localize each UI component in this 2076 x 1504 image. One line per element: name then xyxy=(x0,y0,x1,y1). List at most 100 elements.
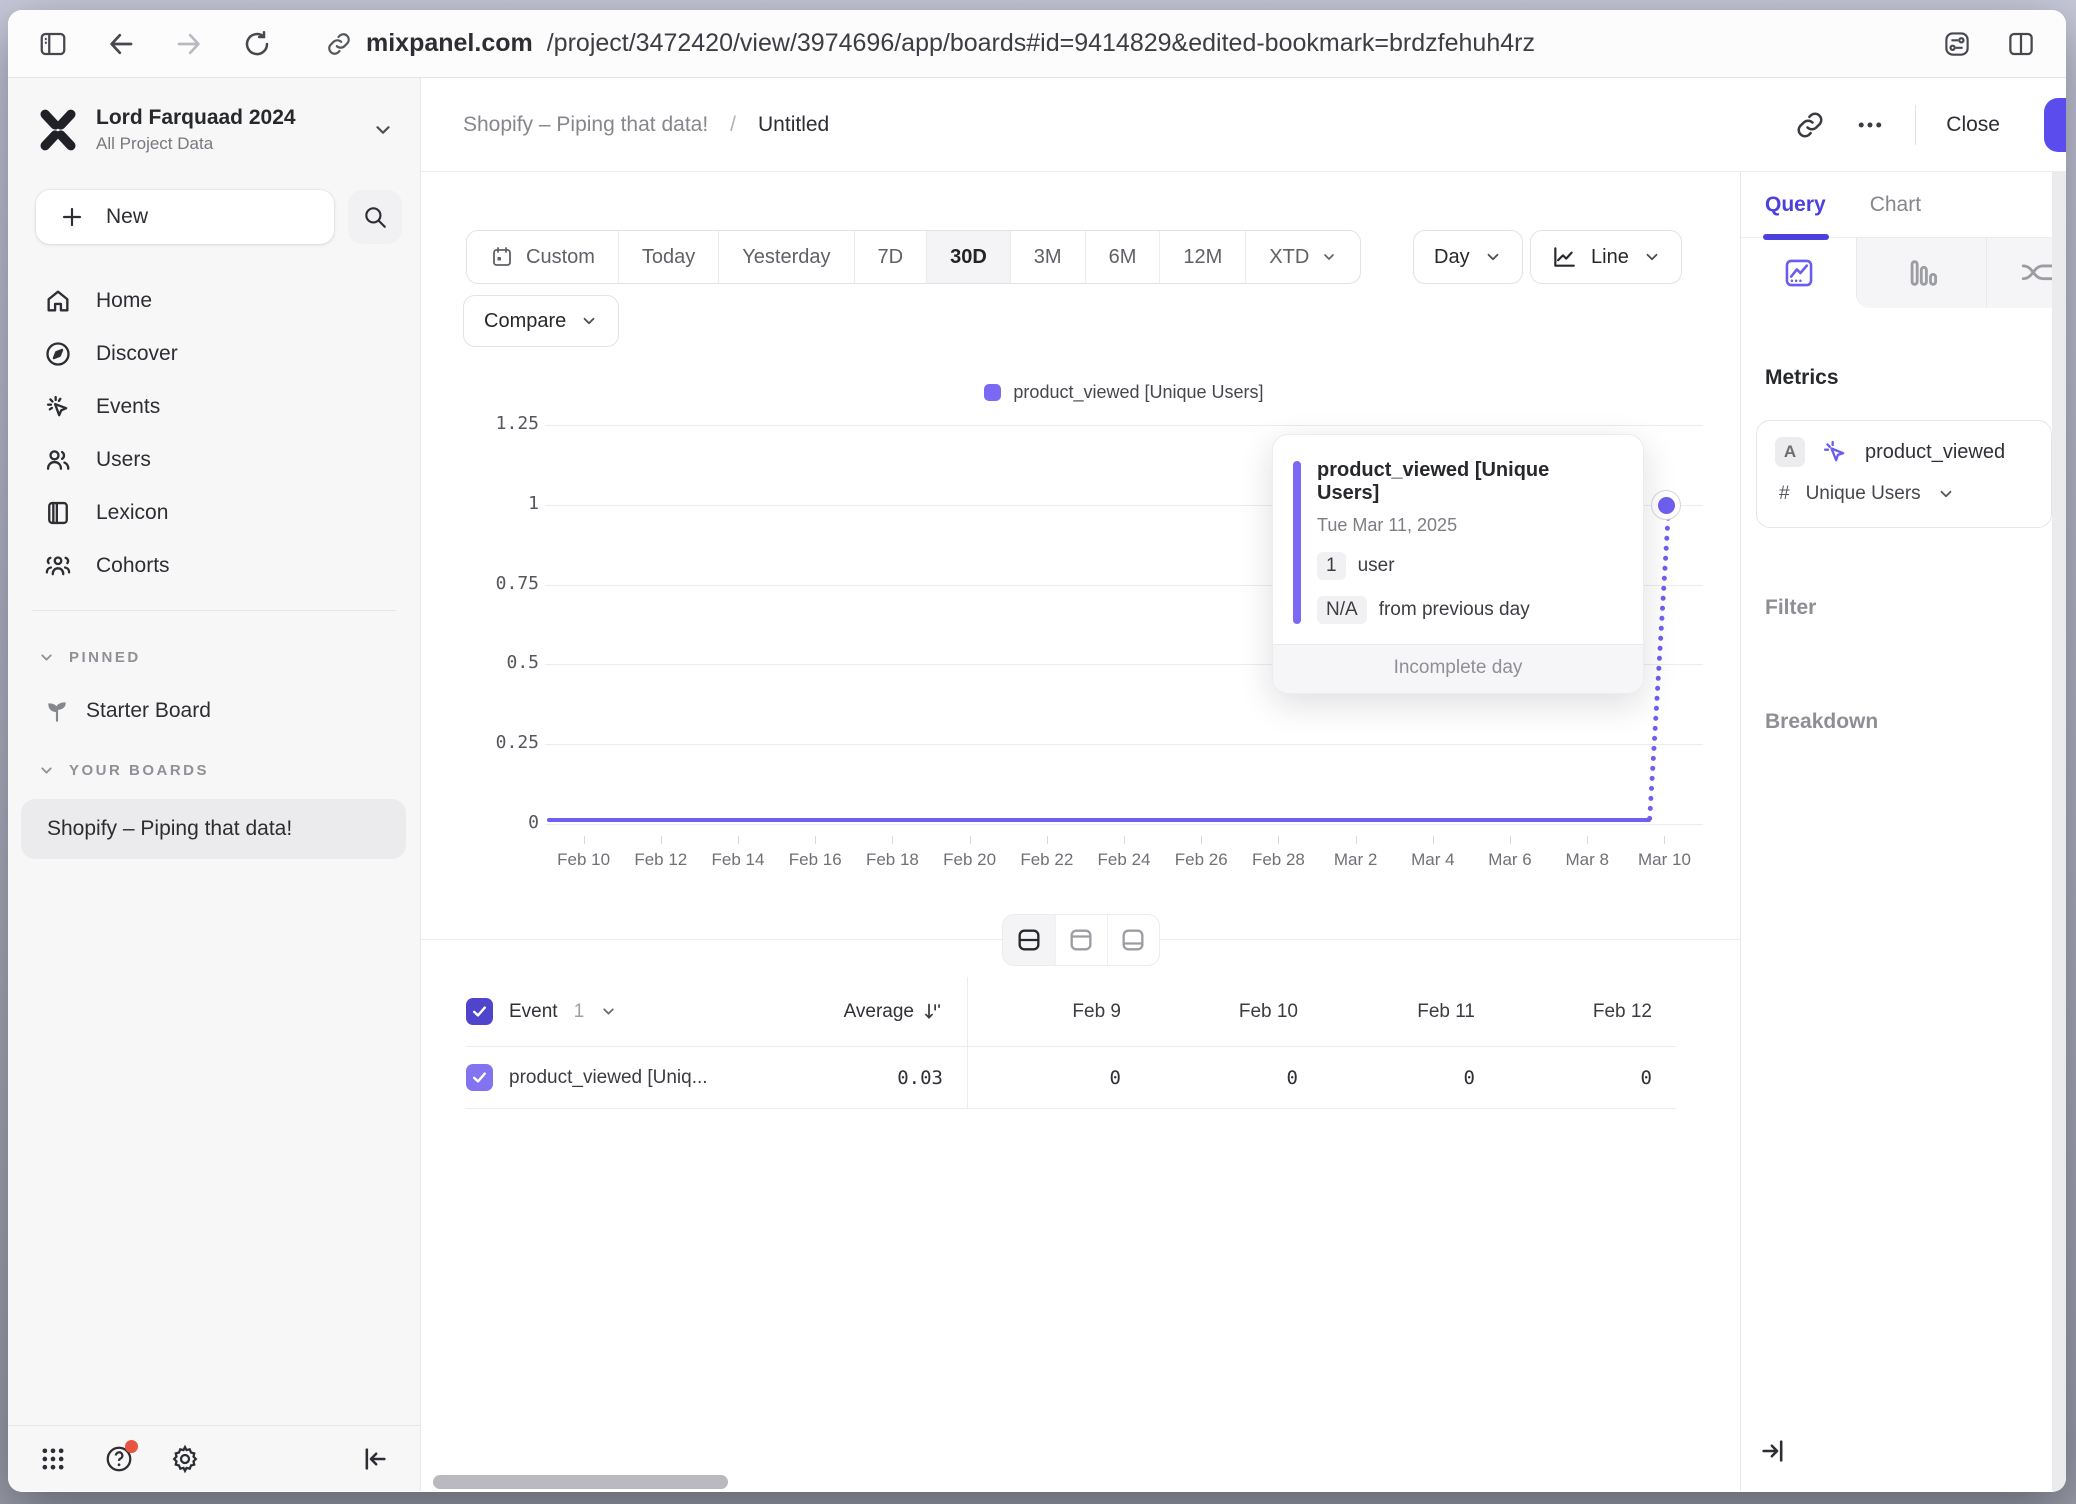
date-range-7d[interactable]: 7D xyxy=(854,231,927,283)
help-icon[interactable] xyxy=(104,1444,134,1474)
chevron-down-icon xyxy=(600,1003,617,1020)
sidebar-toggle-icon[interactable] xyxy=(38,29,68,59)
data-point-marker xyxy=(1658,497,1675,514)
settings-gear-icon[interactable] xyxy=(170,1444,200,1474)
date-range-today[interactable]: Today xyxy=(618,231,718,283)
average-column-header[interactable]: Average xyxy=(844,1001,914,1023)
collapse-panel-icon[interactable] xyxy=(1759,1437,1787,1465)
y-tick-label: 0.5 xyxy=(435,652,539,673)
notification-dot xyxy=(125,1440,138,1453)
tooltip-delta-label: from previous day xyxy=(1379,599,1530,621)
date-range-yesterday[interactable]: Yesterday xyxy=(718,231,853,283)
line-chart-icon xyxy=(1551,244,1577,270)
select-all-checkbox[interactable] xyxy=(466,998,493,1025)
sidebar-item-starter-board[interactable]: Starter Board xyxy=(8,698,420,724)
granularity-dropdown[interactable]: Day xyxy=(1413,230,1523,284)
chevron-down-icon xyxy=(38,649,55,666)
close-button[interactable]: Close xyxy=(1946,113,2000,137)
tooltip-delta: N/A xyxy=(1317,596,1367,624)
date-range-custom[interactable]: Custom xyxy=(467,231,618,283)
split-view-icon[interactable] xyxy=(2006,29,2036,59)
sidebar-item-lexicon[interactable]: Lexicon xyxy=(8,486,420,539)
x-tick-label: Feb 16 xyxy=(777,836,854,870)
x-tick-label: Feb 20 xyxy=(931,836,1008,870)
sidebar-item-label: Discover xyxy=(96,342,178,366)
compare-button[interactable]: Compare xyxy=(463,295,619,347)
insights-report-tab[interactable] xyxy=(1741,238,1856,308)
apps-grid-icon[interactable] xyxy=(38,1444,68,1474)
sidebar-item-events[interactable]: Events xyxy=(8,380,420,433)
panel-scrollbar-track[interactable] xyxy=(2052,172,2066,1491)
date-range-control: CustomTodayYesterday7D30D3M6M12MXTD xyxy=(466,230,1361,284)
book-icon xyxy=(44,499,72,527)
report-type-tabs xyxy=(1741,238,2066,308)
x-tick-label: Feb 18 xyxy=(854,836,931,870)
date-range-xtd[interactable]: XTD xyxy=(1245,231,1360,283)
back-icon[interactable] xyxy=(106,29,136,59)
chart-type-dropdown[interactable]: Line xyxy=(1530,230,1682,284)
sidebar-item-discover[interactable]: Discover xyxy=(8,327,420,380)
tab-query[interactable]: Query xyxy=(1765,193,1826,217)
chart-legend[interactable]: product_viewed [Unique Users] xyxy=(545,382,1703,403)
chevron-down-icon xyxy=(1643,248,1661,266)
pinned-section-header[interactable]: PINNED xyxy=(8,649,420,666)
search-button[interactable] xyxy=(348,190,402,244)
cell-value: 0 xyxy=(1499,1067,1676,1089)
compass-icon xyxy=(44,340,72,368)
table-only-toggle[interactable] xyxy=(1107,915,1159,965)
hovered-data-point[interactable] xyxy=(1651,490,1681,520)
active-tab-underline xyxy=(1763,234,1829,240)
event-column-header[interactable]: Event xyxy=(509,1001,558,1023)
chevron-down-icon xyxy=(38,762,55,779)
breadcrumb-board-link[interactable]: Shopify – Piping that data! xyxy=(463,113,708,137)
users-icon xyxy=(44,446,72,474)
split-view-toggle[interactable] xyxy=(1003,915,1055,965)
aggregation-value[interactable]: Unique Users xyxy=(1806,483,1921,505)
browser-toolbar: mixpanel.com/project/3472420/view/397469… xyxy=(8,10,2066,78)
sidebar-item-users[interactable]: Users xyxy=(8,433,420,486)
sidebar-item-home[interactable]: Home xyxy=(8,274,420,327)
y-tick-label: 0 xyxy=(435,812,539,833)
date-range-6m[interactable]: 6M xyxy=(1085,231,1160,283)
more-options-icon[interactable] xyxy=(1855,110,1885,140)
save-button-clipped[interactable] xyxy=(2044,98,2066,152)
date-range-3m[interactable]: 3M xyxy=(1010,231,1085,283)
metrics-section-label: Metrics xyxy=(1765,366,1839,390)
board-item-label: Shopify – Piping that data! xyxy=(47,817,292,841)
sidebar-bottom-bar xyxy=(8,1425,420,1491)
compare-label: Compare xyxy=(484,310,566,333)
tab-chart[interactable]: Chart xyxy=(1870,193,1921,217)
your-boards-section-header[interactable]: YOUR BOARDS xyxy=(8,762,420,779)
sidebar-divider xyxy=(32,610,396,611)
copy-link-icon[interactable] xyxy=(1795,110,1825,140)
date-column-header[interactable]: Feb 12 xyxy=(1499,1001,1676,1023)
x-tick-label: Mar 8 xyxy=(1549,836,1626,870)
cell-value: 0 xyxy=(968,1067,1145,1089)
tooltip-date: Tue Mar 11, 2025 xyxy=(1317,515,1617,536)
sidebar-item-cohorts[interactable]: Cohorts xyxy=(8,539,420,592)
chart-only-toggle[interactable] xyxy=(1055,915,1107,965)
extensions-icon[interactable] xyxy=(1942,29,1972,59)
date-range-12m[interactable]: 12M xyxy=(1159,231,1245,283)
row-checkbox[interactable] xyxy=(466,1064,493,1091)
board-header: Shopify – Piping that data! / Untitled C… xyxy=(421,78,2066,172)
sidebar-item-label: Home xyxy=(96,289,152,313)
horizontal-scrollbar[interactable] xyxy=(433,1475,728,1489)
event-spark-icon xyxy=(1821,438,1849,466)
forward-icon[interactable] xyxy=(174,29,204,59)
date-column-header[interactable]: Feb 10 xyxy=(1145,1001,1322,1023)
date-column-header[interactable]: Feb 9 xyxy=(968,1001,1145,1023)
new-button[interactable]: New xyxy=(36,190,334,244)
collapse-sidebar-icon[interactable] xyxy=(360,1444,390,1474)
date-range-30d[interactable]: 30D xyxy=(926,231,1010,283)
chevron-down-icon xyxy=(1321,249,1337,265)
sidebar-item-board-shopify[interactable]: Shopify – Piping that data! xyxy=(21,799,406,859)
project-switcher[interactable]: Lord Farquaad 2024 All Project Data xyxy=(8,106,420,154)
reload-icon[interactable] xyxy=(242,29,272,59)
metric-card[interactable]: A product_viewed # Unique Users xyxy=(1756,420,2052,528)
date-column-header[interactable]: Feb 11 xyxy=(1322,1001,1499,1023)
row-event-name[interactable]: product_viewed [Uniq... xyxy=(509,1067,708,1089)
metric-event-name[interactable]: product_viewed xyxy=(1865,441,2005,464)
funnels-report-tab[interactable] xyxy=(1856,238,1986,308)
url-bar[interactable]: mixpanel.com/project/3472420/view/397469… xyxy=(326,29,1904,58)
